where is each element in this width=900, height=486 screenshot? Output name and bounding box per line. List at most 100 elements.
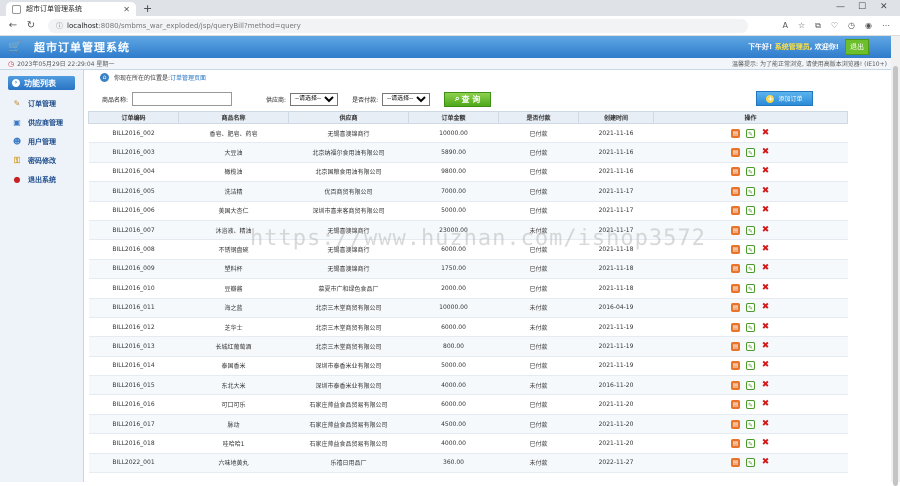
view-icon[interactable]: ▤ [731,438,740,448]
view-icon[interactable]: ▤ [731,128,740,138]
maximize-icon[interactable]: ☐ [858,2,866,12]
address-bar[interactable]: ⓘ localhost:8080/smbms_war_exploded/jsp/… [48,18,748,33]
view-icon[interactable]: ▤ [731,283,740,293]
new-tab-button[interactable]: + [143,2,152,15]
edit-icon[interactable]: ✎ [746,245,755,255]
history-icon[interactable]: ◷ [848,21,855,31]
paid-status-select[interactable]: --请选择-- [382,92,431,106]
minimize-icon[interactable]: — [836,2,845,12]
delete-icon[interactable]: ✖ [761,245,770,254]
delete-icon[interactable]: ✖ [761,341,770,351]
sidebar-item-password[interactable]: ⚿ 密码修改 [0,151,83,170]
table-row: BILL2016_017 脉动 石家庄帅益食品贸易有限公司 4500.00 已付款 202… [88,414,848,435]
edit-icon[interactable]: ✎ [746,303,755,313]
delete-icon[interactable]: ✖ [761,148,770,157]
logout-button[interactable]: 退出 [845,39,869,55]
view-icon[interactable]: ▤ [731,361,740,371]
delete-icon[interactable]: ✖ [761,322,770,332]
edit-icon[interactable]: ✎ [746,322,755,332]
delete-icon[interactable]: ✖ [761,458,770,467]
delete-icon[interactable]: ✖ [761,380,770,390]
edit-icon[interactable]: ✎ [746,128,755,138]
sidebar-item-exit[interactable]: ● 退出系统 [0,170,83,189]
view-icon[interactable]: ▤ [731,167,740,177]
edit-icon[interactable]: ✎ [746,225,755,235]
delete-icon[interactable]: ✖ [761,206,770,215]
table-row: BILL2022_001 六味地黄丸 乐禧日用品厂 360.00 未付款 2022-11-… [88,453,848,474]
edit-icon[interactable]: ✎ [746,264,755,274]
edit-icon[interactable]: ✎ [746,186,755,196]
add-order-button[interactable]: + 添加订单 [756,91,813,106]
cell-amount: 4500.00 [408,414,499,435]
app-title: 超市订单管理系统 [34,41,130,54]
view-icon[interactable]: ▤ [731,458,740,468]
greeting: 下午好! 系统管理员, 欢迎你! [748,42,839,52]
browser-tab[interactable]: 超市订单管理系统 ✕ [6,2,136,16]
delete-icon[interactable]: ✖ [761,438,770,448]
view-icon[interactable]: ▤ [731,206,740,216]
edit-icon[interactable]: ✎ [746,206,755,216]
product-name-input[interactable] [132,92,233,106]
cell-paid-status: 已付款 [498,142,579,163]
view-icon[interactable]: ▤ [731,380,740,390]
edit-icon[interactable]: ✎ [746,458,755,468]
sidebar-item-suppliers[interactable]: ▣ 供应商管理 [0,113,83,132]
view-icon[interactable]: ▤ [731,400,740,410]
view-icon[interactable]: ▤ [731,148,740,158]
delete-icon[interactable]: ✖ [761,225,770,235]
tab-close-icon[interactable]: ✕ [123,5,130,14]
window-close-icon[interactable]: ✕ [880,2,888,12]
view-icon[interactable]: ▤ [731,264,740,274]
extensions-icon[interactable]: ♡ [831,21,838,31]
more-menu-icon[interactable]: ⋯ [882,21,890,31]
delete-icon[interactable]: ✖ [761,361,770,370]
read-aloud-icon[interactable]: A [782,21,787,31]
view-icon[interactable]: ▤ [731,322,740,332]
edit-icon[interactable]: ✎ [746,341,755,351]
edit-icon[interactable]: ✎ [746,400,755,410]
supplier-select[interactable]: --请选择-- [290,92,339,106]
delete-icon[interactable]: ✖ [761,283,770,293]
sidebar-item-orders[interactable]: ✎ 订单管理 [0,94,83,113]
orders-table: 订单编码 商品名称 供应商 订单金额 是否付款 创建时间 操作 BILL2016… [88,111,848,474]
view-icon[interactable]: ▤ [731,341,740,351]
delete-icon[interactable]: ✖ [761,419,770,429]
sidebar-item-users[interactable]: ☻ 用户管理 [0,132,83,151]
delete-icon[interactable]: ✖ [761,186,770,196]
view-icon[interactable]: ▤ [731,225,740,235]
collections-icon[interactable]: ⧉ [815,21,821,31]
table-row: BILL2016_002 香皂、肥皂、药皂 无锡喜澳锦商行 10000.00 已付款 20… [88,123,848,144]
delete-icon[interactable]: ✖ [761,264,770,273]
info-icon[interactable]: ⓘ [56,21,63,31]
edit-icon[interactable]: ✎ [746,283,755,293]
page-scrollbar[interactable] [891,36,900,486]
scrollbar-thumb[interactable] [893,66,898,486]
cell-actions: ▤ ✎ ✖ [653,142,848,163]
view-icon[interactable]: ▤ [731,245,740,255]
cell-supplier: 北京三木堂商贸有限公司 [288,317,409,338]
view-icon[interactable]: ▤ [731,419,740,429]
edit-icon[interactable]: ✎ [746,361,755,371]
delete-icon[interactable]: ✖ [761,400,770,409]
edit-icon[interactable]: ✎ [746,438,755,448]
cell-created-time: 2021-11-19 [578,356,654,377]
table-row: BILL2016_015 东北大米 深圳市泰香米业有限公司 4000.00 未付款 201… [88,375,848,396]
query-button[interactable]: ⌕ 查 询 [444,91,492,107]
delete-icon[interactable]: ✖ [761,128,770,138]
refresh-icon[interactable]: ↻ [22,20,40,31]
edit-icon[interactable]: ✎ [746,167,755,177]
view-icon[interactable]: ▤ [731,303,740,313]
favorite-icon[interactable]: ☆ [798,21,805,31]
delete-icon[interactable]: ✖ [761,167,770,176]
edit-icon[interactable]: ✎ [746,380,755,390]
delete-icon[interactable]: ✖ [761,303,770,312]
cell-created-time: 2021-11-18 [578,239,654,260]
cell-amount: 4000.00 [408,375,499,396]
view-icon[interactable]: ▤ [731,186,740,196]
edit-icon[interactable]: ✎ [746,419,755,429]
cell-amount: 9800.00 [408,162,499,183]
cell-product-name: 香皂、肥皂、药皂 [178,123,289,144]
back-icon[interactable]: ← [4,20,22,31]
profile-icon[interactable]: ◉ [865,21,872,31]
edit-icon[interactable]: ✎ [746,148,755,158]
